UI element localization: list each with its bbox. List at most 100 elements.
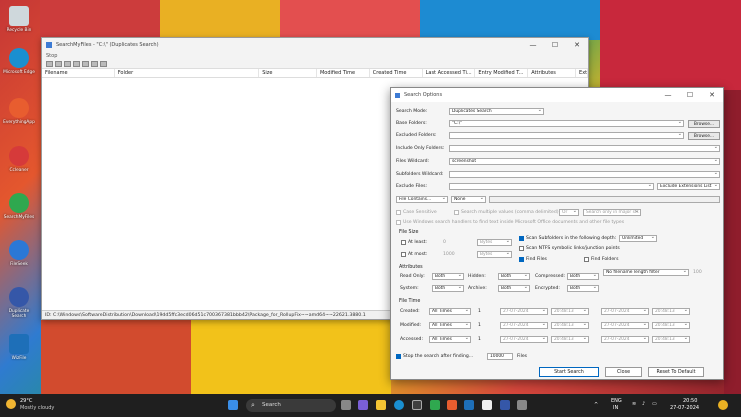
wifi-icon[interactable]: ≋	[632, 401, 636, 407]
hidden-select[interactable]: Both	[498, 273, 530, 280]
chat-icon[interactable]	[358, 400, 368, 410]
lang-secondary[interactable]: IN	[613, 405, 618, 411]
close-icon[interactable]: ✕	[566, 41, 588, 49]
filename-length-select[interactable]: No filename length filter	[603, 269, 689, 276]
dropbox-icon[interactable]	[464, 400, 474, 410]
modified-to-time[interactable]: 20:48:13	[652, 322, 690, 329]
chevron-up-icon[interactable]: ^	[594, 402, 598, 408]
pin-icon[interactable]	[482, 400, 492, 410]
col-attributes[interactable]: Attributes	[528, 69, 577, 77]
taskbar-search[interactable]: ⌕ Search	[246, 399, 336, 412]
accessed-to-time[interactable]: 20:48:13	[652, 336, 690, 343]
compressed-select[interactable]: Both	[567, 273, 599, 280]
weather-desc[interactable]: Mostly cloudy	[20, 405, 54, 411]
start-icon[interactable]	[228, 400, 238, 410]
scan-subfolders-checkbox[interactable]	[519, 236, 524, 241]
stop-after-input[interactable]: 10000	[487, 353, 513, 360]
at-most-value[interactable]: 1000	[443, 252, 455, 257]
toolbar-button[interactable]	[82, 61, 89, 67]
col-accessed[interactable]: Last Accessed Ti...	[423, 69, 476, 77]
exclude-files-input[interactable]	[449, 183, 654, 190]
app-task-icon[interactable]	[447, 400, 457, 410]
at-most-checkbox[interactable]	[401, 252, 406, 257]
reset-default-button[interactable]: Reset To Default	[648, 367, 704, 377]
search-major-select[interactable]: Search only in major str...	[583, 209, 641, 216]
contains-mode-select[interactable]: None	[451, 196, 486, 203]
excluded-folders-input[interactable]	[449, 132, 684, 139]
maximize-icon[interactable]: ☐	[679, 91, 701, 99]
desktop-icon-edge[interactable]: Microsoft Edge	[3, 48, 35, 75]
desktop-icon-wizfile[interactable]: WizFile	[3, 334, 35, 361]
search-multiple-checkbox[interactable]	[454, 210, 459, 215]
file-explorer-icon[interactable]	[376, 400, 386, 410]
volume-icon[interactable]: ♪	[642, 401, 645, 407]
created-from-date[interactable]: 27-07-2024	[500, 308, 548, 315]
at-least-checkbox[interactable]	[401, 240, 406, 245]
modified-to-date[interactable]: 27-07-2024	[601, 322, 649, 329]
weather-temp[interactable]: 29°C	[20, 398, 32, 404]
weather-icon[interactable]	[6, 399, 16, 409]
edge-icon[interactable]	[394, 400, 404, 410]
toolbar-button[interactable]	[46, 61, 53, 67]
modified-count[interactable]: 1	[478, 323, 481, 328]
accessed-from-date[interactable]: 27-07-2024	[500, 336, 548, 343]
file-contains-select[interactable]: File Contains...	[396, 196, 448, 203]
lang-primary[interactable]: ENG	[611, 398, 622, 404]
desktop-icon-app[interactable]: EverythingApp	[3, 98, 35, 125]
exclude-extensions-select[interactable]: Exclude Extensions List	[657, 183, 720, 190]
clock-time[interactable]: 20:50	[683, 398, 697, 404]
toolbar-button[interactable]	[100, 61, 107, 67]
task-view-icon[interactable]	[341, 400, 351, 410]
desktop-icon-ccleaner[interactable]: Ccleaner	[3, 146, 35, 173]
desktop-icon-fileseek[interactable]: FileSeek	[3, 240, 35, 267]
scan-ntfs-checkbox[interactable]	[519, 246, 524, 251]
at-least-value[interactable]: 0	[443, 240, 446, 245]
created-count[interactable]: 1	[478, 309, 481, 314]
accessed-to-date[interactable]: 27-07-2024	[601, 336, 649, 343]
at-least-unit-select[interactable]: Bytes	[477, 239, 512, 246]
col-folder[interactable]: Folder	[115, 69, 260, 77]
battery-icon[interactable]: ▭	[652, 401, 657, 407]
toolbar-button[interactable]	[64, 61, 71, 67]
case-sensitive-checkbox[interactable]	[396, 210, 401, 215]
store-icon[interactable]	[412, 400, 422, 410]
disk-task-icon[interactable]	[500, 400, 510, 410]
maximize-icon[interactable]: ☐	[544, 41, 566, 49]
at-most-unit-select[interactable]: Bytes	[477, 251, 512, 258]
close-icon[interactable]: ✕	[701, 91, 723, 99]
col-size[interactable]: Size	[259, 69, 317, 77]
system-select[interactable]: Both	[432, 285, 464, 292]
settings-icon[interactable]	[517, 400, 527, 410]
browse-base-button[interactable]: Browse...	[688, 120, 720, 128]
stop-after-checkbox[interactable]	[396, 354, 401, 359]
searchmyfiles-task-icon[interactable]	[430, 400, 440, 410]
accessed-from-time[interactable]: 20:48:13	[551, 336, 589, 343]
use-windows-handlers-checkbox[interactable]	[396, 220, 401, 225]
modified-from-time[interactable]: 20:48:13	[551, 322, 589, 329]
read-only-select[interactable]: Both	[432, 273, 464, 280]
base-folders-input[interactable]: "C:\"	[449, 120, 684, 127]
col-entry-modified[interactable]: Entry Modified T...	[475, 69, 529, 77]
find-folders-checkbox[interactable]	[584, 257, 589, 262]
minimize-icon[interactable]: —	[522, 41, 544, 49]
close-button[interactable]: Close	[605, 367, 642, 377]
desktop-icon-searchmyfiles[interactable]: SearchMyFiles	[3, 193, 35, 220]
col-modified[interactable]: Modified Time	[317, 69, 370, 77]
created-from-time[interactable]: 20:48:13	[551, 308, 589, 315]
col-ext[interactable]: Exte	[576, 69, 589, 77]
browse-excluded-button[interactable]: Browse...	[688, 132, 720, 140]
modified-from-date[interactable]: 27-07-2024	[500, 322, 548, 329]
or-select[interactable]: Or	[559, 209, 579, 216]
created-select[interactable]: All Times	[429, 308, 471, 315]
toolbar-button[interactable]	[91, 61, 98, 67]
toolbar-button[interactable]	[73, 61, 80, 67]
toolbar-button[interactable]	[55, 61, 62, 67]
notification-icon[interactable]	[718, 400, 728, 410]
include-only-input[interactable]	[449, 145, 720, 152]
find-files-checkbox[interactable]	[519, 257, 524, 262]
accessed-count[interactable]: 1	[478, 337, 481, 342]
created-to-time[interactable]: 20:48:13	[652, 308, 690, 315]
desktop-icon-duplicate-search[interactable]: Duplicate Search	[3, 287, 35, 319]
encrypted-select[interactable]: Both	[567, 285, 599, 292]
modified-select[interactable]: All Times	[429, 322, 471, 329]
